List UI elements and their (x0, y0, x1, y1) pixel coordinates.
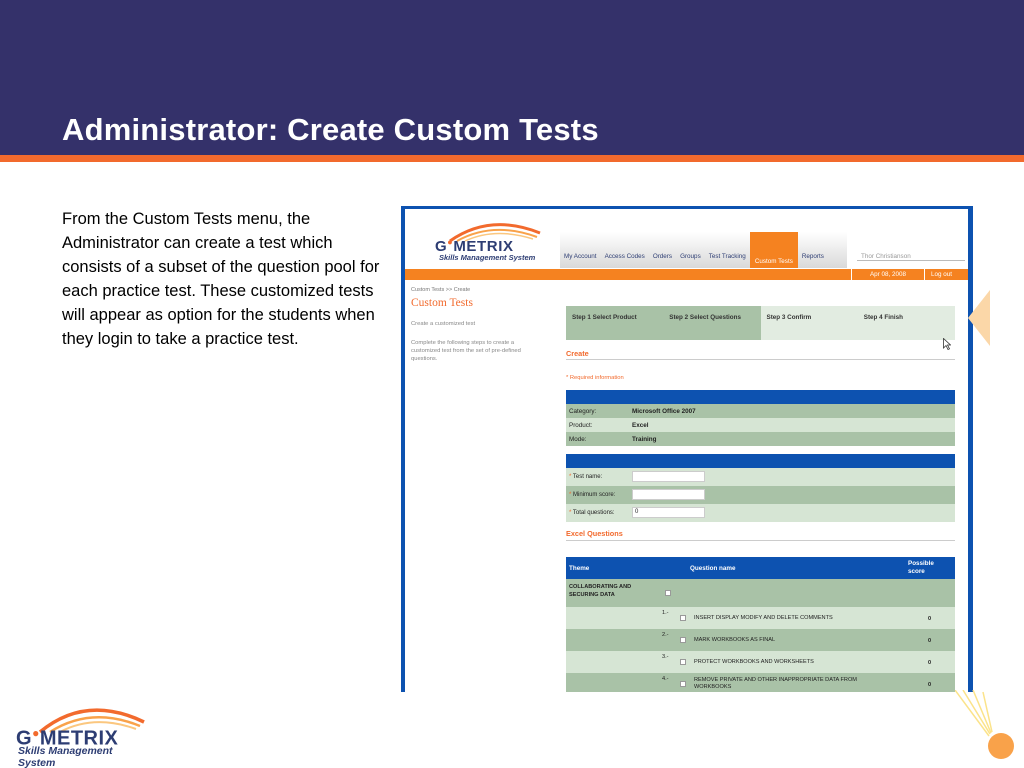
nav-item-my-account[interactable]: My Account (560, 250, 601, 264)
app-screenshot: G●METRIX Skills Management System My Acc… (401, 206, 973, 692)
slide-body-text: From the Custom Tests menu, the Administ… (62, 210, 380, 348)
nav-item-test-tracking[interactable]: Test Tracking (705, 250, 750, 264)
nav-item-reports[interactable]: Reports (798, 250, 828, 264)
question-checkbox[interactable] (680, 615, 686, 621)
form-header-bar (566, 454, 955, 468)
questions-heading: Excel Questions (566, 529, 623, 538)
theme-row: COLLABORATING AND SECURING DATA (566, 579, 955, 607)
user-underline (857, 260, 965, 261)
sidebar: Custom Tests >> Create Custom Tests Crea… (411, 287, 551, 363)
slide: Administrator: Create Custom Tests From … (0, 0, 1024, 768)
question-checkbox[interactable] (680, 659, 686, 665)
decorative-dot (988, 733, 1014, 759)
minimum-score-input[interactable] (632, 489, 705, 500)
info-row-mode: Mode: Training (566, 432, 955, 446)
form-row-total-questions: * Total questions: 0 (566, 504, 955, 522)
step-finish[interactable]: Step 4 Finish (857, 306, 955, 340)
main-nav: My Account Access Codes Orders Groups Test T… (560, 232, 847, 268)
col-possible-score: Possible score (908, 560, 934, 575)
question-checkbox[interactable] (680, 681, 686, 687)
table-row: 4.- REMOVE PRIVATE AND OTHER INAPPROPRIA… (566, 673, 955, 692)
question-checkbox[interactable] (680, 637, 686, 643)
step-select-questions[interactable]: Step 2 Select Questions (663, 306, 761, 340)
decorative-triangle (968, 290, 990, 346)
required-note: * Required information (566, 375, 624, 381)
current-date: Apr 08, 2008 (851, 269, 925, 280)
col-question-name: Question name (690, 565, 736, 572)
questions-divider (566, 540, 955, 541)
nav-item-access-codes[interactable]: Access Codes (601, 250, 649, 264)
questions-table-header: Theme Question name Possible score (566, 557, 955, 579)
header-accent-line (0, 155, 1024, 162)
nav-item-groups[interactable]: Groups (676, 250, 705, 264)
theme-label: COLLABORATING AND SECURING DATA (569, 584, 632, 598)
table-row: 2.- MARK WORKBOOKS AS FINAL 0 (566, 629, 955, 651)
slide-title: Administrator: Create Custom Tests (62, 112, 599, 147)
test-name-input[interactable] (632, 471, 705, 482)
decorative-rays-icon (955, 690, 993, 737)
info-row-category: Category: Microsoft Office 2007 (566, 404, 955, 418)
create-heading: Create (566, 349, 589, 358)
step-select-product[interactable]: Step 1 Select Product (566, 306, 664, 340)
form-row-test-name: * Test name: (566, 468, 955, 486)
info-row-product: Product: Excel (566, 418, 955, 432)
app-logo[interactable]: G●METRIX Skills Management System (427, 219, 557, 269)
col-theme: Theme (569, 565, 590, 572)
form-row-min-score: * Minimum score: (566, 486, 955, 504)
step-confirm[interactable]: Step 3 Confirm (760, 306, 858, 340)
mouse-pointer-icon (943, 338, 951, 350)
logo-tagline: Skills Management System (439, 253, 536, 262)
info-header-bar (566, 390, 955, 404)
user-name: Thor Christianson (861, 253, 911, 260)
page-title: Custom Tests (411, 297, 473, 309)
page-subtitle: Create a customized test (411, 321, 476, 327)
nav-item-custom-tests[interactable]: Custom Tests (749, 232, 798, 268)
theme-checkbox[interactable] (665, 590, 671, 596)
nav-item-orders[interactable]: Orders (649, 250, 676, 264)
create-divider (566, 359, 955, 360)
wizard-steps: Step 1 Select Product Step 2 Select Ques… (566, 306, 955, 340)
footer-logo-tagline: Skills Management System (18, 745, 113, 768)
table-row: 1.- INSERT DISPLAY MODIFY AND DELETE COM… (566, 607, 955, 629)
footer-logo: G●METRIX Skills Management System (14, 700, 145, 768)
logout-link[interactable]: Log out (931, 269, 952, 280)
table-row: 3.- PROTECT WORKBOOKS AND WORKSHEETS 0 (566, 651, 955, 673)
total-questions-input[interactable]: 0 (632, 507, 705, 518)
page-description: Complete the following steps to create a… (411, 340, 521, 362)
app-window: G●METRIX Skills Management System My Acc… (405, 209, 968, 692)
breadcrumb[interactable]: Custom Tests >> Create (411, 287, 551, 293)
